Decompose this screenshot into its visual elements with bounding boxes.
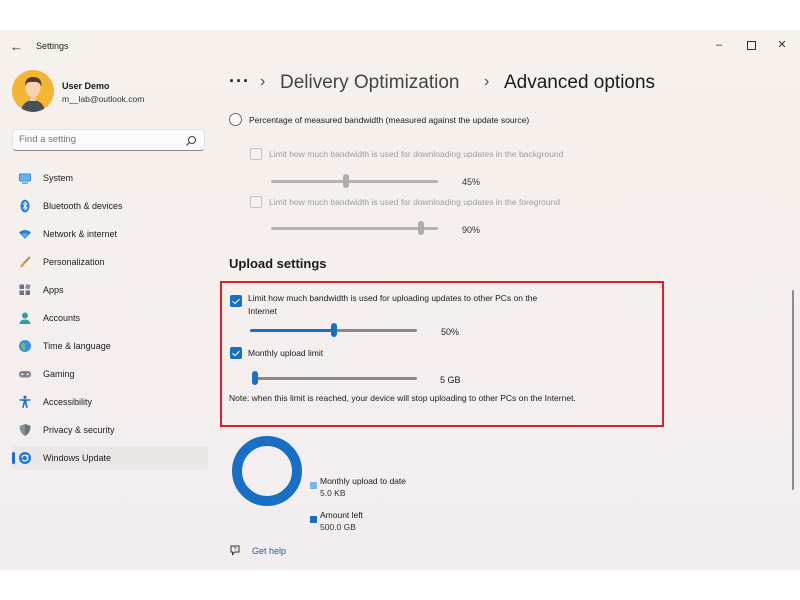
update-icon: [19, 452, 31, 464]
close-button[interactable]: ✕: [771, 36, 793, 54]
shield-icon: [19, 424, 31, 436]
sidebar-item-label: Personalization: [43, 257, 105, 267]
search-input[interactable]: [19, 134, 179, 145]
legend-uploaded-swatch: [310, 482, 317, 489]
app-title: Settings: [36, 41, 69, 51]
background-download-slider[interactable]: [271, 174, 438, 188]
sidebar-item-system[interactable]: System: [12, 166, 208, 190]
legend-uploaded-label: Monthly upload to date: [320, 476, 407, 486]
upload-bandwidth-value: 50%: [441, 327, 460, 337]
upload-usage-donut: [232, 436, 302, 506]
avatar[interactable]: [12, 70, 54, 112]
monthly-upload-slider[interactable]: [252, 371, 417, 385]
upload-limit-note: Note: when this limit is reached, your d…: [229, 393, 576, 403]
sidebar-item-accounts[interactable]: Accounts: [12, 306, 208, 330]
breadcrumb-parent-link[interactable]: Delivery Optimization: [280, 72, 460, 94]
background-download-value: 45%: [462, 177, 481, 187]
scrollbar[interactable]: [792, 290, 794, 490]
sidebar-item-privacy[interactable]: Privacy & security: [12, 418, 208, 442]
brush-icon: [20, 256, 31, 268]
upload-bandwidth-checkbox[interactable]: [230, 295, 242, 307]
page-title: Advanced options: [504, 72, 656, 93]
minimize-button[interactable]: –: [708, 36, 730, 54]
breadcrumb-more-button[interactable]: ···: [229, 71, 250, 92]
breadcrumb-separator: ›: [484, 73, 490, 90]
sidebar-item-label: Windows Update: [43, 453, 112, 463]
accessibility-icon: [19, 395, 31, 408]
upload-bandwidth-slider[interactable]: [250, 323, 417, 337]
monthly-upload-value: 5 GB: [440, 375, 461, 385]
foreground-download-checkbox[interactable]: [250, 196, 262, 208]
user-email: m__lab@outlook.com: [62, 94, 145, 104]
gamepad-icon: [19, 371, 31, 378]
help-icon[interactable]: ?: [229, 544, 241, 556]
sidebar-item-network[interactable]: Network & internet: [12, 222, 208, 246]
sidebar-item-label: Network & internet: [43, 229, 118, 239]
title-bar: ← Settings – ✕: [0, 30, 800, 62]
slider-thumb[interactable]: [343, 174, 349, 188]
monthly-upload-checkbox[interactable]: [230, 347, 242, 359]
foreground-download-value: 90%: [462, 225, 481, 235]
sidebar-item-bluetooth[interactable]: Bluetooth & devices: [12, 194, 208, 218]
sidebar-item-label: System: [43, 173, 74, 183]
sidebar-item-windows-update[interactable]: Windows Update: [12, 446, 208, 470]
legend-uploaded-value: 5.0 KB: [320, 488, 346, 498]
sidebar-item-label: Accessibility: [43, 397, 93, 407]
sidebar-item-label: Privacy & security: [43, 425, 115, 435]
search-box[interactable]: [12, 129, 205, 151]
monthly-upload-label: Monthly upload limit: [248, 348, 324, 358]
svg-text:?: ?: [233, 547, 236, 553]
sidebar-nav: System Bluetooth & devices Network & int…: [12, 166, 208, 474]
foreground-download-label: Limit how much bandwidth is used for dow…: [269, 197, 561, 207]
wifi-icon: [19, 230, 31, 239]
percentage-bandwidth-label: Percentage of measured bandwidth (measur…: [249, 115, 530, 125]
avatar-image: [12, 70, 54, 112]
person-icon: [19, 312, 31, 324]
slider-fill: [250, 329, 334, 332]
sidebar-item-label: Time & language: [43, 341, 111, 351]
legend-remaining-value: 500.0 GB: [320, 522, 356, 532]
maximize-button[interactable]: [740, 36, 762, 54]
breadcrumb-separator: ›: [260, 73, 266, 90]
sidebar-item-label: Gaming: [43, 369, 75, 379]
sidebar-item-accessibility[interactable]: Accessibility: [12, 390, 208, 414]
user-name: User Demo: [62, 81, 110, 91]
upload-bandwidth-label-line1: Limit how much bandwidth is used for upl…: [248, 293, 538, 303]
sidebar-item-label: Accounts: [43, 313, 81, 323]
selection-indicator: [12, 452, 15, 464]
upload-bandwidth-label-line2: Internet: [248, 306, 277, 316]
slider-thumb[interactable]: [331, 323, 337, 337]
bluetooth-icon: [20, 199, 30, 213]
slider-thumb[interactable]: [252, 371, 258, 385]
legend-remaining-label: Amount left: [320, 510, 363, 520]
apps-icon: [19, 283, 31, 295]
sidebar-item-time-language[interactable]: Time & language: [12, 334, 208, 358]
background-download-checkbox[interactable]: [250, 148, 262, 160]
settings-window: ← Settings – ✕ User Demo m__lab@outlook.…: [0, 30, 800, 570]
search-icon[interactable]: [185, 135, 197, 147]
maximize-icon: [746, 40, 756, 50]
foreground-download-slider[interactable]: [271, 221, 438, 235]
sidebar-item-personalization[interactable]: Personalization: [12, 250, 208, 274]
background-download-label: Limit how much bandwidth is used for dow…: [269, 149, 564, 159]
slider-thumb[interactable]: [418, 221, 424, 235]
sidebar-item-label: Apps: [43, 285, 64, 295]
percentage-bandwidth-radio[interactable]: [229, 113, 242, 126]
monitor-icon: [19, 173, 31, 184]
donut-remaining-ring: [232, 436, 302, 506]
section-title-upload: Upload settings: [229, 256, 327, 271]
sidebar-item-gaming[interactable]: Gaming: [12, 362, 208, 386]
legend-remaining-swatch: [310, 516, 317, 523]
sidebar-item-apps[interactable]: Apps: [12, 278, 208, 302]
sidebar-item-label: Bluetooth & devices: [43, 201, 123, 211]
back-arrow-icon[interactable]: ←: [10, 40, 24, 54]
globe-icon: [19, 340, 31, 352]
get-help-link[interactable]: Get help: [252, 546, 286, 556]
